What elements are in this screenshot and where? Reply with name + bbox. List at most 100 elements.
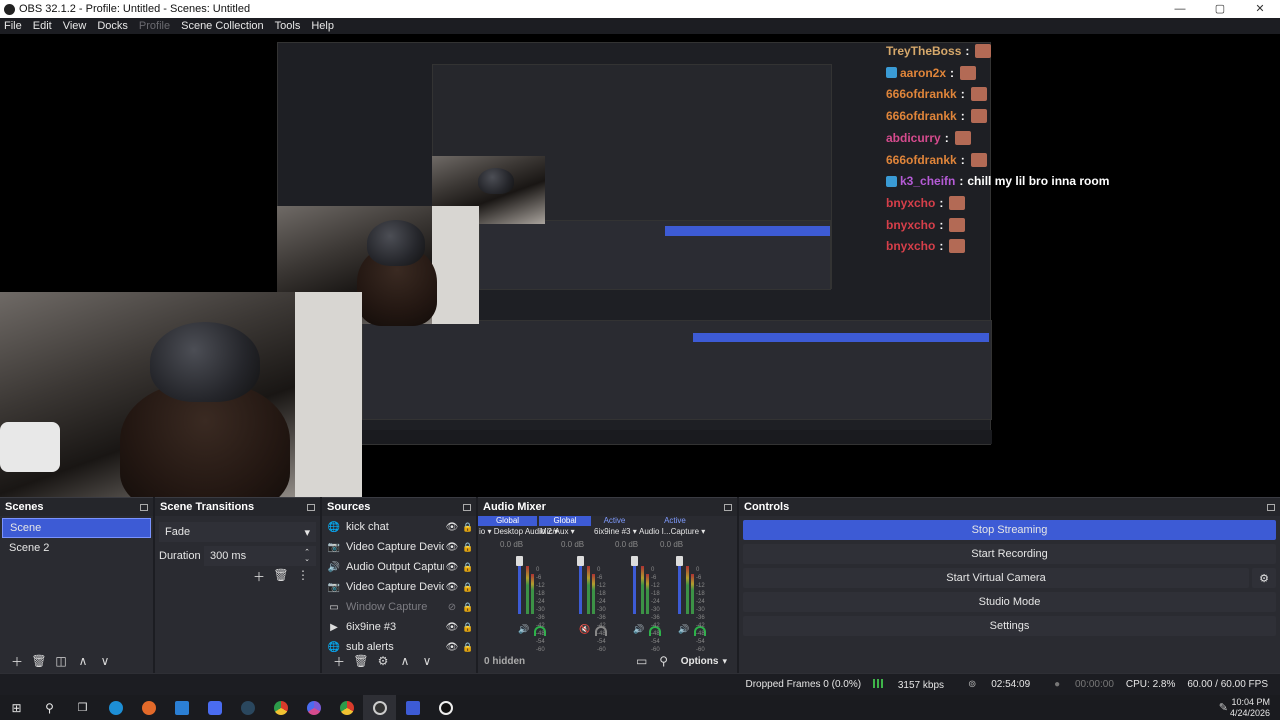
virtual-camera-settings-button[interactable]: ⚙ — [1252, 568, 1276, 588]
volume-knob[interactable] — [631, 556, 638, 566]
menu-scene-collection[interactable]: Scene Collection — [181, 20, 264, 32]
start-button[interactable]: ⊞ — [0, 695, 33, 720]
chrome-icon — [273, 700, 288, 715]
task-view-button[interactable]: ❒ — [66, 695, 99, 720]
preview-canvas[interactable]: TreyTheBoss: aaron2x:666ofdrankk:666ofdra… — [0, 34, 1280, 497]
db-scale-tick: -54 — [696, 639, 705, 645]
layout-icon[interactable]: ▭ — [631, 654, 653, 668]
move-up-icon[interactable]: ∧ — [72, 654, 94, 668]
move-down-icon[interactable]: ∨ — [416, 654, 438, 668]
discord-icon — [207, 700, 222, 715]
move-up-icon[interactable]: ∧ — [394, 654, 416, 668]
search-button[interactable]: ⚲ — [33, 695, 66, 720]
start-virtual-camera-button[interactable]: Start Virtual Camera — [743, 568, 1249, 588]
add-icon[interactable]: ＋ — [6, 653, 28, 670]
chat-separator: : — [960, 109, 965, 124]
pen-icon[interactable]: ✎ — [1219, 701, 1228, 714]
move-down-icon[interactable]: ∨ — [94, 654, 116, 668]
menu-help[interactable]: Help — [311, 20, 334, 32]
undock-icon[interactable] — [140, 503, 148, 511]
duration-input[interactable]: 300 ms ⌃ ⌄ — [204, 546, 316, 566]
lock-icon[interactable]: 🔒 — [460, 602, 476, 613]
minimize-button[interactable]: — — [1160, 0, 1200, 18]
chat-username: TreyTheBoss — [886, 44, 962, 58]
lock-icon[interactable]: 🔒 — [460, 582, 476, 593]
undock-icon[interactable] — [307, 503, 315, 511]
speaker-icon[interactable]: 🔊 — [678, 624, 689, 635]
source-item[interactable]: 🌐 kick chat 👁 🔒 — [322, 517, 476, 537]
lock-icon[interactable]: 🔒 — [460, 562, 476, 573]
menu-file[interactable]: File — [4, 20, 22, 32]
eye-hidden-icon[interactable]: ⊘ — [444, 602, 460, 613]
lock-icon[interactable]: 🔒 — [460, 542, 476, 553]
eye-icon[interactable]: 👁 — [444, 582, 460, 593]
add-icon[interactable]: ＋ — [248, 568, 270, 585]
menu-docks[interactable]: Docks — [97, 20, 128, 32]
gear-icon[interactable]: ⚙ — [372, 654, 394, 668]
taskbar-firefox[interactable] — [132, 695, 165, 720]
menu-view[interactable]: View — [63, 20, 87, 32]
source-item[interactable]: 📷 Video Capture Device 👁 🔒 — [322, 537, 476, 557]
eye-icon[interactable]: 👁 — [444, 542, 460, 553]
channel-name[interactable]: Mic/Aux ▾ — [540, 527, 575, 536]
lock-icon[interactable]: 🔒 — [460, 642, 476, 653]
sub-badge-icon — [886, 67, 897, 79]
eye-icon[interactable]: 👁 — [444, 562, 460, 573]
undock-icon[interactable] — [1267, 503, 1275, 511]
taskbar-steam[interactable] — [231, 695, 264, 720]
lock-icon[interactable]: 🔒 — [460, 622, 476, 633]
transition-select[interactable]: Fade ▾ — [159, 522, 316, 542]
start-recording-button[interactable]: Start Recording — [743, 544, 1276, 564]
options-button[interactable]: Options — [681, 656, 719, 667]
filter-icon[interactable]: ◫ — [50, 654, 72, 668]
studio-mode-button[interactable]: Studio Mode — [743, 592, 1276, 612]
undock-icon[interactable] — [463, 503, 471, 511]
taskbar-chrome-alt[interactable] — [297, 695, 330, 720]
speaker-icon[interactable]: 🔊 — [518, 624, 529, 635]
menu-profile[interactable]: Profile — [139, 20, 170, 32]
lock-icon[interactable]: 🔒 — [460, 522, 476, 533]
taskbar-obs[interactable] — [363, 695, 396, 720]
emote-icon — [975, 44, 992, 58]
scene-item-scene-2[interactable]: Scene 2 — [2, 538, 151, 558]
volume-knob[interactable] — [577, 556, 584, 566]
settings-button[interactable]: Settings — [743, 616, 1276, 636]
link-icon[interactable]: ⚲ — [653, 654, 675, 668]
volume-knob[interactable] — [676, 556, 683, 566]
trash-icon[interactable]: 🗑 — [350, 654, 372, 668]
sources-list: 🌐 kick chat 👁 🔒 📷 Video Capture Device 👁 🔒 🔊 Audi… — [322, 516, 476, 657]
taskbar-app-blue[interactable] — [396, 695, 429, 720]
taskbar-obs-2[interactable] — [429, 695, 462, 720]
taskbar-discord[interactable] — [198, 695, 231, 720]
eye-icon[interactable]: 👁 — [444, 522, 460, 533]
menu-edit[interactable]: Edit — [33, 20, 52, 32]
volume-knob[interactable] — [516, 556, 523, 566]
trash-icon[interactable]: 🗑 — [270, 568, 292, 585]
source-item[interactable]: 📷 Video Capture Device 👁 🔒 — [322, 577, 476, 597]
nested-taskbar — [362, 430, 992, 444]
trash-icon[interactable]: 🗑 — [28, 654, 50, 668]
taskbar-chrome[interactable] — [264, 695, 297, 720]
scene-item-scene[interactable]: Scene — [2, 518, 151, 538]
speaker-muted-icon[interactable]: 🔇 — [579, 624, 590, 635]
more-icon[interactable]: ⋮ — [292, 568, 314, 585]
taskbar-store[interactable] — [165, 695, 198, 720]
taskbar-edge[interactable] — [99, 695, 132, 720]
source-item[interactable]: ▭ Window Capture ⊘ 🔒 — [322, 597, 476, 617]
close-button[interactable]: ✕ — [1240, 0, 1280, 18]
maximize-button[interactable]: ▢ — [1200, 0, 1240, 18]
channel-name[interactable]: Audio I...Capture ▾ — [639, 527, 705, 536]
source-item[interactable]: ▶ 6ix9ine #3 👁 🔒 — [322, 617, 476, 637]
menu-tools[interactable]: Tools — [275, 20, 301, 32]
source-item[interactable]: 🔊 Audio Output Capture 👁 🔒 — [322, 557, 476, 577]
system-clock[interactable]: 10:04 PM 4/24/2026 — [1230, 697, 1270, 719]
eye-icon[interactable]: 👁 — [444, 642, 460, 653]
stop-streaming-button[interactable]: Stop Streaming — [743, 520, 1276, 540]
channel-db: 0.0 dB — [500, 540, 524, 549]
mixer-channels: Global io ▾ Desktop Audio 2 ▾ 0.0 dB 🔊 0 -6 -1… — [478, 498, 737, 653]
eye-icon[interactable]: 👁 — [444, 622, 460, 633]
add-icon[interactable]: ＋ — [328, 653, 350, 670]
channel-name[interactable]: 6ix9ine #3 ▾ — [594, 527, 637, 536]
taskbar-chrome-2[interactable] — [330, 695, 363, 720]
source-type-icon: 📷 — [327, 581, 341, 593]
